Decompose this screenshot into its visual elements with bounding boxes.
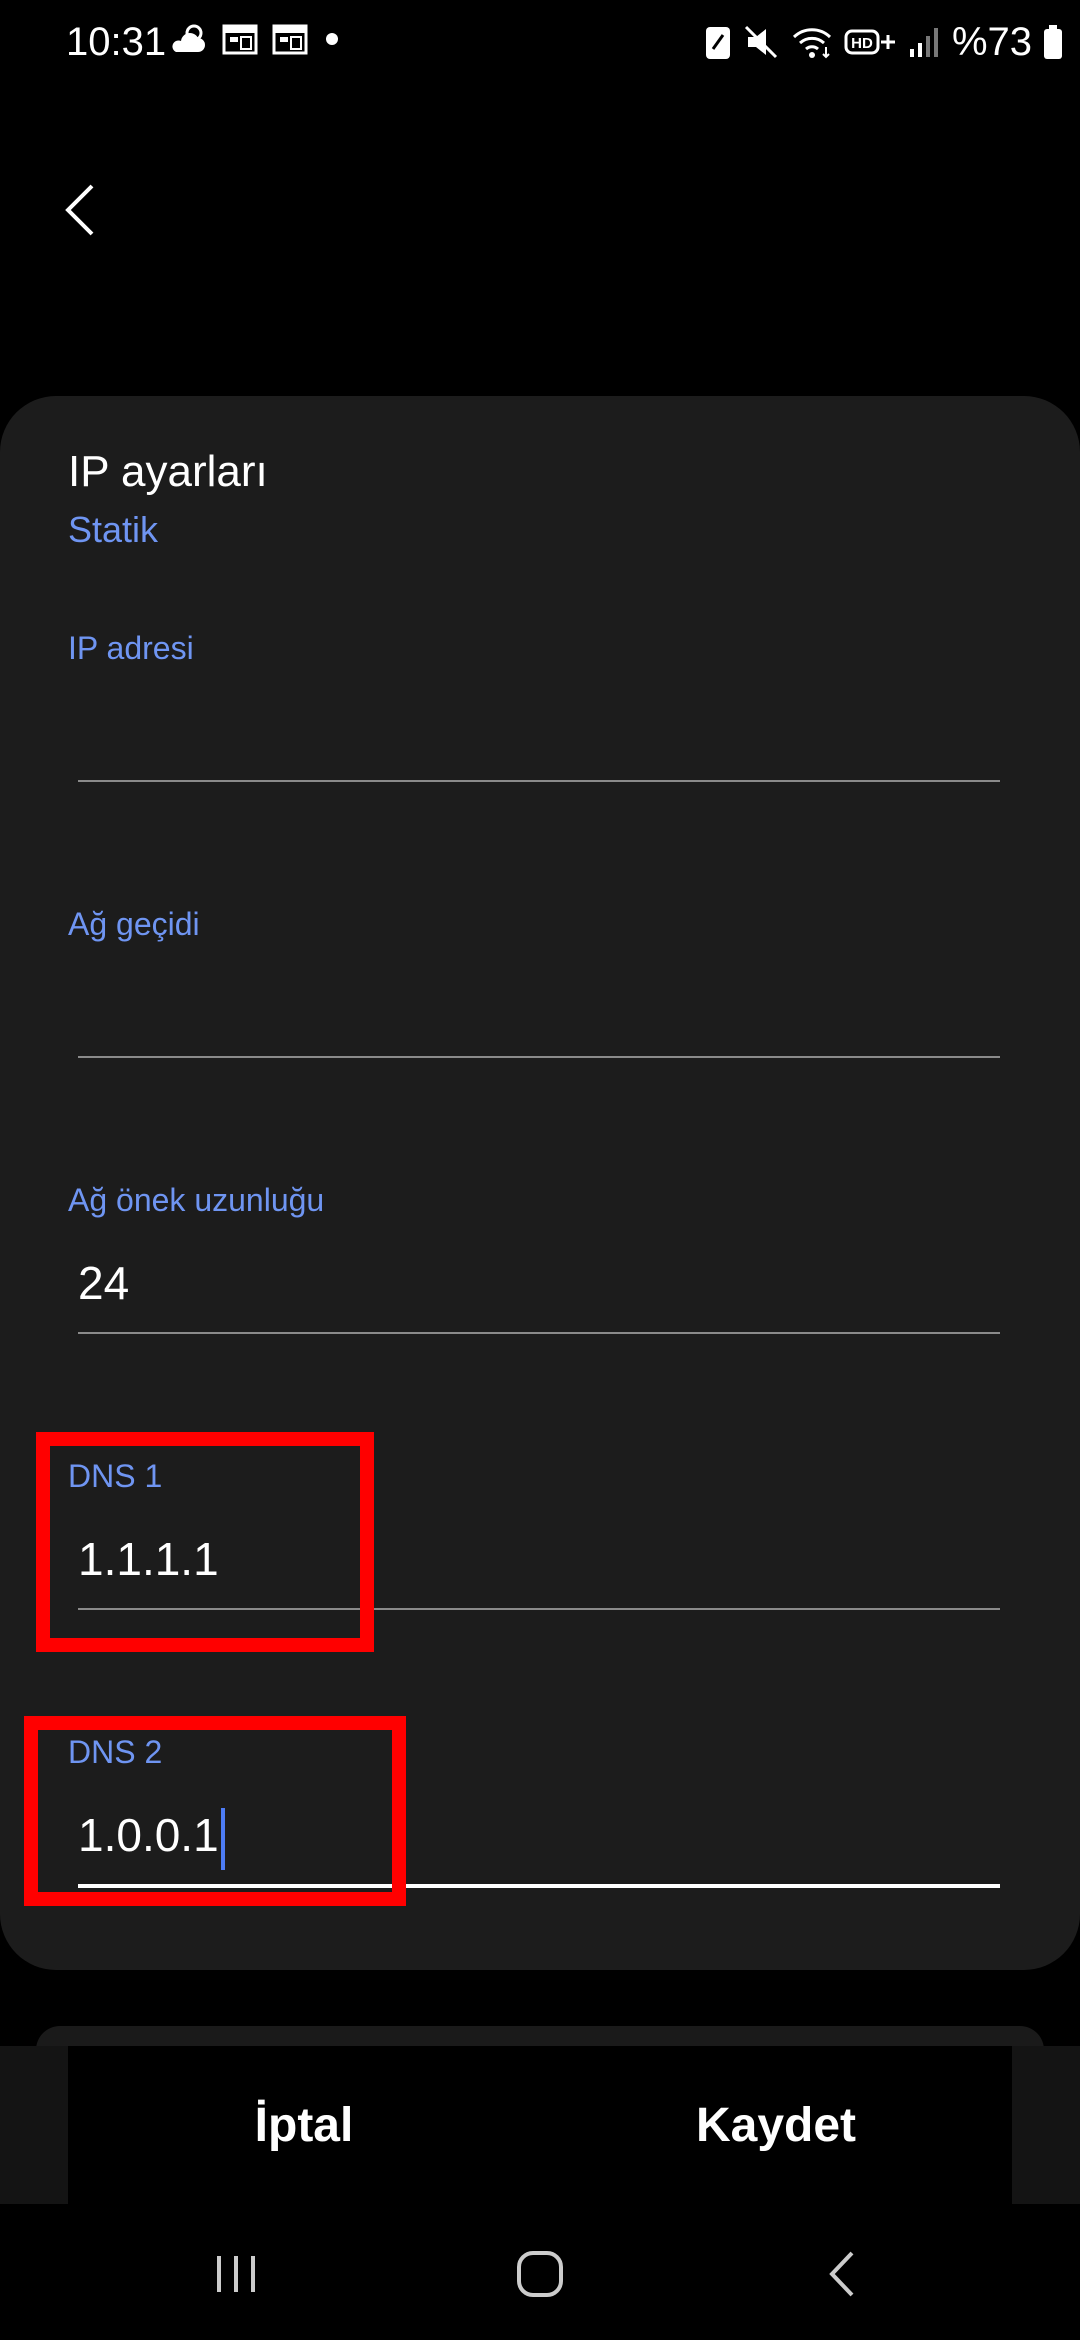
action-bar-left-edge: [0, 2046, 68, 2204]
status-left-icons: [170, 22, 342, 56]
mute-icon: [742, 23, 780, 61]
wifi-icon: [790, 23, 834, 61]
hd-plus-icon: HD: [844, 25, 898, 59]
home-icon: [515, 2249, 565, 2299]
prefix-length-label: Ağ önek uzunluğu: [68, 1182, 325, 1218]
gateway-label: Ağ geçidi: [68, 906, 200, 942]
prefix-length-input[interactable]: 24: [78, 1248, 1000, 1318]
status-time: 10:31: [66, 20, 167, 64]
recent-apps-icon: [211, 2252, 261, 2296]
chevron-left-icon: [60, 180, 120, 240]
save-button[interactable]: Kaydet: [540, 2046, 1012, 2204]
ip-address-label: IP adresi: [68, 630, 194, 666]
gateway-input[interactable]: [78, 972, 1000, 1042]
ip-settings-mode[interactable]: Statik: [68, 506, 158, 554]
prefix-length-underline: [78, 1332, 1000, 1334]
signal-icon: [908, 25, 942, 59]
calendar-icon: [272, 23, 308, 55]
status-bar: 10:31 HD %73: [0, 0, 1080, 84]
cancel-button[interactable]: İptal: [68, 2046, 540, 2204]
home-button[interactable]: [500, 2234, 580, 2314]
weather-icon: [170, 22, 208, 56]
battery-icon: [1042, 23, 1064, 61]
ip-settings-title[interactable]: IP ayarları: [68, 444, 268, 500]
system-nav-bar: [0, 2204, 1080, 2340]
back-chevron-icon: [822, 2249, 862, 2299]
ip-address-underline: [78, 780, 1000, 782]
action-bar-right-edge: [1012, 2046, 1080, 2204]
status-right-icons: HD %73: [704, 14, 1064, 70]
nfc-icon: [704, 23, 732, 61]
notification-dot-icon: [322, 29, 342, 49]
gateway-underline: [78, 1056, 1000, 1058]
ip-address-input[interactable]: [78, 696, 1000, 766]
back-button[interactable]: [60, 180, 120, 250]
battery-percent: %73: [951, 20, 1032, 64]
recent-apps-button[interactable]: [196, 2234, 276, 2314]
svg-text:HD: HD: [851, 35, 873, 52]
system-back-button[interactable]: [802, 2234, 882, 2314]
dns1-highlight-box: [36, 1432, 374, 1652]
dns2-highlight-box: [24, 1716, 406, 1906]
calendar-icon: [222, 23, 258, 55]
